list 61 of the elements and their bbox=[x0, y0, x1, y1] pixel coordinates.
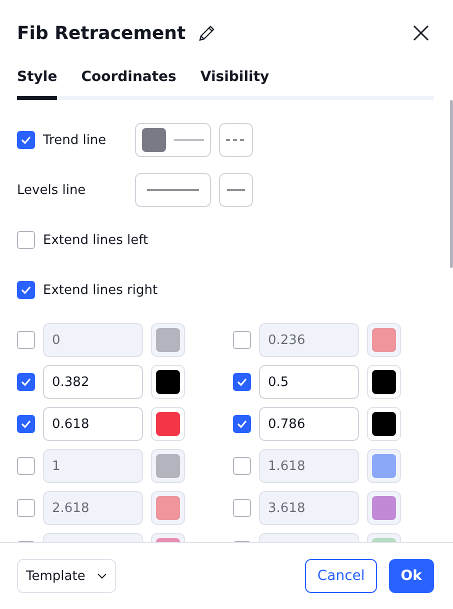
checkbox[interactable] bbox=[17, 331, 35, 349]
color-button[interactable] bbox=[151, 323, 185, 357]
color-button[interactable] bbox=[367, 491, 401, 525]
checkbox[interactable] bbox=[233, 415, 251, 433]
dialog-title: Fib Retracement bbox=[17, 22, 186, 44]
level-field[interactable]: 3.618 bbox=[259, 491, 359, 525]
checkbox[interactable] bbox=[17, 131, 35, 149]
color-button[interactable] bbox=[151, 491, 185, 525]
color-button[interactable] bbox=[367, 449, 401, 483]
checkbox[interactable] bbox=[233, 499, 251, 517]
level-field[interactable]: 0 bbox=[43, 323, 143, 357]
color-button[interactable] bbox=[151, 407, 185, 441]
ok-button[interactable]: Ok bbox=[388, 559, 434, 593]
checkbox[interactable] bbox=[17, 457, 35, 475]
check-icon bbox=[21, 378, 31, 386]
checkbox[interactable] bbox=[17, 281, 35, 299]
option-label: Extend lines right bbox=[43, 282, 158, 298]
level-field[interactable]: 2.618 bbox=[43, 491, 143, 525]
check-icon bbox=[237, 378, 247, 386]
line-width-button[interactable] bbox=[219, 173, 253, 207]
color-button[interactable] bbox=[367, 323, 401, 357]
cancel-button[interactable]: Cancel bbox=[305, 559, 377, 593]
check-icon bbox=[21, 136, 31, 144]
checkbox[interactable] bbox=[17, 373, 35, 391]
option-label: Trend line bbox=[43, 132, 106, 148]
check-icon bbox=[237, 420, 247, 428]
level-field[interactable]: 1 bbox=[43, 449, 143, 483]
template-dropdown[interactable]: Template bbox=[17, 559, 116, 593]
tab[interactable]: Style bbox=[17, 66, 58, 100]
scrollbar-thumb[interactable] bbox=[450, 100, 453, 268]
level-field[interactable]: 0.236 bbox=[259, 323, 359, 357]
level-field[interactable]: 0.382 bbox=[43, 365, 143, 399]
check-icon bbox=[21, 420, 31, 428]
checkbox[interactable] bbox=[233, 331, 251, 349]
option-label: Extend lines left bbox=[43, 232, 148, 248]
color-button[interactable] bbox=[367, 407, 401, 441]
check-icon bbox=[21, 286, 31, 294]
color-button[interactable] bbox=[367, 365, 401, 399]
dashed-line-icon bbox=[226, 139, 246, 141]
level-field[interactable]: 1.618 bbox=[259, 449, 359, 483]
checkbox[interactable] bbox=[233, 457, 251, 475]
line-style-button[interactable] bbox=[135, 173, 211, 207]
color-button[interactable] bbox=[151, 449, 185, 483]
line-icon bbox=[147, 189, 199, 191]
level-field[interactable]: 0.5 bbox=[259, 365, 359, 399]
level-field[interactable]: 0.786 bbox=[259, 407, 359, 441]
checkbox[interactable] bbox=[17, 231, 35, 249]
chevron-down-icon bbox=[97, 573, 108, 579]
line-icon bbox=[227, 189, 245, 191]
checkbox[interactable] bbox=[233, 373, 251, 391]
level-field[interactable]: 0.618 bbox=[43, 407, 143, 441]
color-button[interactable] bbox=[151, 365, 185, 399]
close-button[interactable] bbox=[411, 23, 431, 43]
tab[interactable]: Coordinates bbox=[81, 66, 176, 100]
checkbox[interactable] bbox=[17, 415, 35, 433]
checkbox[interactable] bbox=[17, 499, 35, 517]
line-icon bbox=[174, 139, 204, 141]
option-label: Levels line bbox=[17, 182, 86, 198]
pencil-icon[interactable] bbox=[198, 24, 216, 42]
tab[interactable]: Visibility bbox=[200, 66, 270, 100]
dash-style-button[interactable] bbox=[219, 123, 253, 157]
